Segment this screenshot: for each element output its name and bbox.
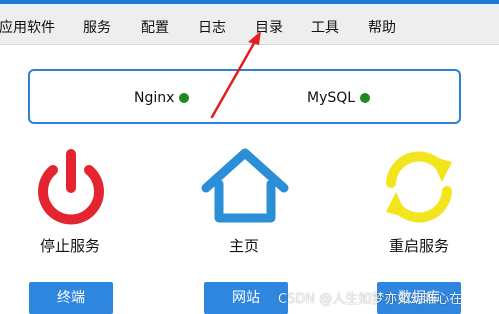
watermark: CSDN @人生如梦亦如幻唯心在 [278, 292, 463, 307]
annotation-arrow [210, 31, 261, 119]
